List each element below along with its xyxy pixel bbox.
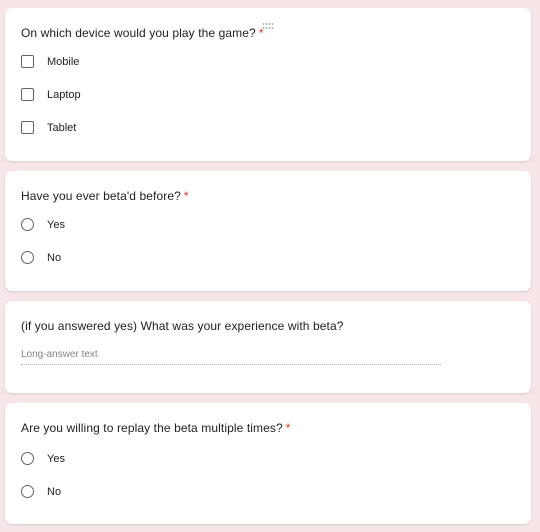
question-card-device: On which device would you play the game?…	[5, 8, 531, 161]
option-label: Mobile	[47, 55, 80, 68]
option-label: No	[47, 485, 62, 498]
checkbox-option-laptop[interactable]: Laptop	[21, 88, 81, 101]
question-title: (if you answered yes) What was your expe…	[21, 319, 344, 333]
option-label: Laptop	[47, 88, 81, 101]
radio-option-yes[interactable]: Yes	[21, 218, 65, 231]
long-answer-field[interactable]: Long-answer text	[21, 349, 441, 365]
radio-icon[interactable]	[21, 251, 34, 264]
required-asterisk: *	[258, 26, 264, 40]
checkbox-icon[interactable]	[21, 88, 34, 101]
checkbox-icon[interactable]	[21, 121, 34, 134]
required-asterisk: *	[183, 189, 189, 203]
question-card-beta-before: Have you ever beta'd before? * Yes No	[5, 171, 531, 291]
checkbox-option-tablet[interactable]: Tablet	[21, 121, 76, 134]
radio-icon[interactable]	[21, 218, 34, 231]
radio-option-no[interactable]: No	[21, 251, 61, 264]
drag-handle-icon[interactable]	[5, 16, 531, 29]
question-card-experience: (if you answered yes) What was your expe…	[5, 301, 531, 393]
question-title: On which device would you play the game?…	[21, 26, 264, 40]
option-label: Yes	[47, 452, 65, 465]
radio-option-yes[interactable]: Yes	[21, 452, 65, 465]
question-title: Are you willing to replay the beta multi…	[21, 421, 291, 435]
checkbox-icon[interactable]	[21, 55, 34, 68]
radio-icon[interactable]	[21, 485, 34, 498]
radio-option-no[interactable]: No	[21, 485, 61, 498]
question-title: Have you ever beta'd before? *	[21, 189, 189, 203]
option-label: Yes	[47, 218, 65, 231]
checkbox-option-mobile[interactable]: Mobile	[21, 55, 79, 68]
option-label: No	[47, 251, 62, 264]
required-asterisk: *	[285, 421, 291, 435]
question-card-replay: Are you willing to replay the beta multi…	[5, 403, 531, 524]
option-label: Tablet	[47, 121, 77, 134]
radio-icon[interactable]	[21, 452, 34, 465]
